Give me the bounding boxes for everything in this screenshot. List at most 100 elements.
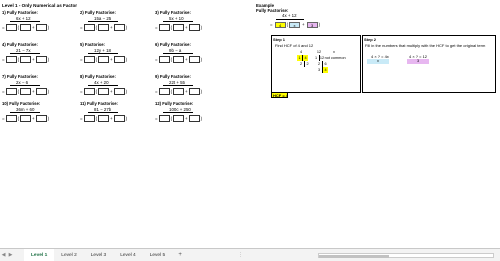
question-block: 12) Fully Factorise: 100c + 250 =(+) bbox=[155, 101, 219, 125]
step1-title: Step 1 bbox=[273, 37, 286, 42]
factor-input-box[interactable] bbox=[5, 114, 17, 122]
factor-input-box[interactable] bbox=[158, 55, 170, 63]
term1-input-box[interactable] bbox=[173, 114, 185, 122]
term1-input-box[interactable] bbox=[98, 23, 110, 31]
answer-row: =(+) bbox=[2, 87, 50, 95]
question-header: 3) Fully Factorise: bbox=[155, 10, 219, 15]
term1-input-box[interactable] bbox=[98, 114, 110, 122]
term1-input-box[interactable] bbox=[173, 87, 185, 95]
term1-input-box[interactable] bbox=[20, 114, 32, 122]
term1-input-box[interactable] bbox=[98, 87, 110, 95]
question-number: 1) bbox=[2, 10, 6, 15]
term1-input-box[interactable] bbox=[20, 23, 32, 31]
term2-input-box[interactable] bbox=[35, 55, 47, 63]
question-number: 5) bbox=[80, 42, 84, 47]
factor-row-3: 3 4 bbox=[286, 67, 346, 73]
factor-input-box[interactable] bbox=[5, 23, 17, 31]
question-number: 2) bbox=[80, 10, 84, 15]
answer-row: =(+) bbox=[80, 87, 128, 95]
factor-table: 4 12 x 1 4 1 12 not common 2 2 2 6 3 4 bbox=[286, 49, 346, 73]
answer-equals: = bbox=[2, 24, 5, 30]
factor-input-box[interactable] bbox=[5, 55, 17, 63]
answer-row: =(+) bbox=[80, 23, 128, 31]
sheet-tab-1[interactable]: Level 1 bbox=[24, 248, 55, 261]
term2-input-box[interactable] bbox=[188, 55, 200, 63]
question-block: 3) Fully Factorise: 5x + 10 =(+) bbox=[155, 10, 219, 34]
question-block: 10) Fully Factorise: 36m + 60 =(+) bbox=[2, 101, 66, 125]
step1-panel: Step 1 Find HCF of 4 and 12 4 12 x 1 4 1… bbox=[271, 35, 361, 93]
horizontal-scrollbar[interactable] bbox=[318, 253, 494, 258]
question-header: 10) Fully Factorise: bbox=[2, 101, 66, 106]
term2-input-box[interactable] bbox=[113, 114, 125, 122]
example-term2-box: 3 bbox=[306, 21, 318, 28]
page-title: Level 1 - Only Numerical as Factor bbox=[2, 3, 78, 8]
term1-input-box[interactable] bbox=[173, 23, 185, 31]
example-equals: = bbox=[270, 22, 273, 27]
hcf-result: HCF = 4 bbox=[271, 92, 289, 98]
answer-row: =(+) bbox=[155, 114, 203, 122]
expression-underline bbox=[88, 112, 118, 113]
sheet-tab-4[interactable]: Level 4 bbox=[113, 249, 142, 261]
term2-input-box[interactable] bbox=[113, 87, 125, 95]
term2-input-box[interactable] bbox=[35, 23, 47, 31]
term2-input-box[interactable] bbox=[35, 114, 47, 122]
factor-input-box[interactable] bbox=[83, 114, 95, 122]
term1-input-box[interactable] bbox=[20, 87, 32, 95]
close-paren: ) bbox=[47, 88, 50, 94]
factor-input-box[interactable] bbox=[158, 23, 170, 31]
term2-input-box[interactable] bbox=[113, 55, 125, 63]
answer-equals: = bbox=[155, 56, 158, 62]
question-number: 7) bbox=[2, 74, 6, 79]
answer-row: =(+) bbox=[155, 23, 203, 31]
scrollbar-thumb[interactable] bbox=[319, 255, 389, 258]
answer-equals: = bbox=[155, 24, 158, 30]
tab-scroll-left-icon[interactable]: ◀ bbox=[0, 252, 7, 258]
factor-input-box[interactable] bbox=[83, 55, 95, 63]
question-header: 4) Fully Factorise: bbox=[2, 42, 66, 47]
expression-underline bbox=[10, 21, 40, 22]
expression-underline bbox=[10, 85, 40, 86]
factor-input-box[interactable] bbox=[158, 87, 170, 95]
sheet-tab-3[interactable]: Level 3 bbox=[84, 249, 113, 261]
question-label: Fully Factorise: bbox=[159, 74, 191, 79]
example-plus: + bbox=[302, 22, 305, 27]
term1-input-box[interactable] bbox=[20, 55, 32, 63]
expression-underline bbox=[163, 85, 193, 86]
factor-input-box[interactable] bbox=[83, 87, 95, 95]
question-header: 11) Fully Factorise: bbox=[80, 101, 144, 106]
term1-input-box[interactable] bbox=[173, 55, 185, 63]
question-label: Factorise: bbox=[84, 42, 105, 47]
add-sheet-button[interactable]: + bbox=[175, 252, 185, 258]
answer-equals: = bbox=[80, 56, 83, 62]
factor-input-box[interactable] bbox=[83, 23, 95, 31]
sheet-tab-5[interactable]: Level 5 bbox=[143, 249, 172, 261]
step1-subtitle: Find HCF of 4 and 12 bbox=[275, 43, 314, 48]
sheet-tab-2[interactable]: Level 2 bbox=[54, 249, 83, 261]
factor-input-box[interactable] bbox=[158, 114, 170, 122]
close-paren: ) bbox=[125, 24, 128, 30]
more-options-icon[interactable]: ⋮ bbox=[238, 249, 243, 261]
expression-underline bbox=[10, 112, 40, 113]
term1-input-box[interactable] bbox=[98, 55, 110, 63]
term2-input-box[interactable] bbox=[35, 87, 47, 95]
close-paren: ) bbox=[200, 56, 203, 62]
example-label: Fully Factorise: bbox=[256, 8, 289, 13]
term2-input-box[interactable] bbox=[188, 114, 200, 122]
answer-equals: = bbox=[2, 115, 5, 121]
term2-input-box[interactable] bbox=[188, 23, 200, 31]
answer-equals: = bbox=[155, 88, 158, 94]
question-label: Fully Factorise: bbox=[6, 74, 38, 79]
close-paren: ) bbox=[200, 88, 203, 94]
tab-scroll-right-icon[interactable]: ▶ bbox=[7, 252, 14, 258]
question-header: 5) Factorise: bbox=[80, 42, 144, 47]
question-block: 5) Factorise: 12y + 18 =(+) bbox=[80, 42, 144, 66]
question-number: 6) bbox=[155, 42, 159, 47]
question-label: Fully Factorise: bbox=[159, 42, 191, 47]
question-block: 7) Fully Factorise: 2x − 6 =(+) bbox=[2, 74, 66, 98]
question-label: Fully Factorise: bbox=[162, 101, 194, 106]
close-paren: ) bbox=[125, 88, 128, 94]
term2-input-box[interactable] bbox=[113, 23, 125, 31]
term2-input-box[interactable] bbox=[188, 87, 200, 95]
factor-input-box[interactable] bbox=[5, 87, 17, 95]
close-paren: ) bbox=[200, 24, 203, 30]
